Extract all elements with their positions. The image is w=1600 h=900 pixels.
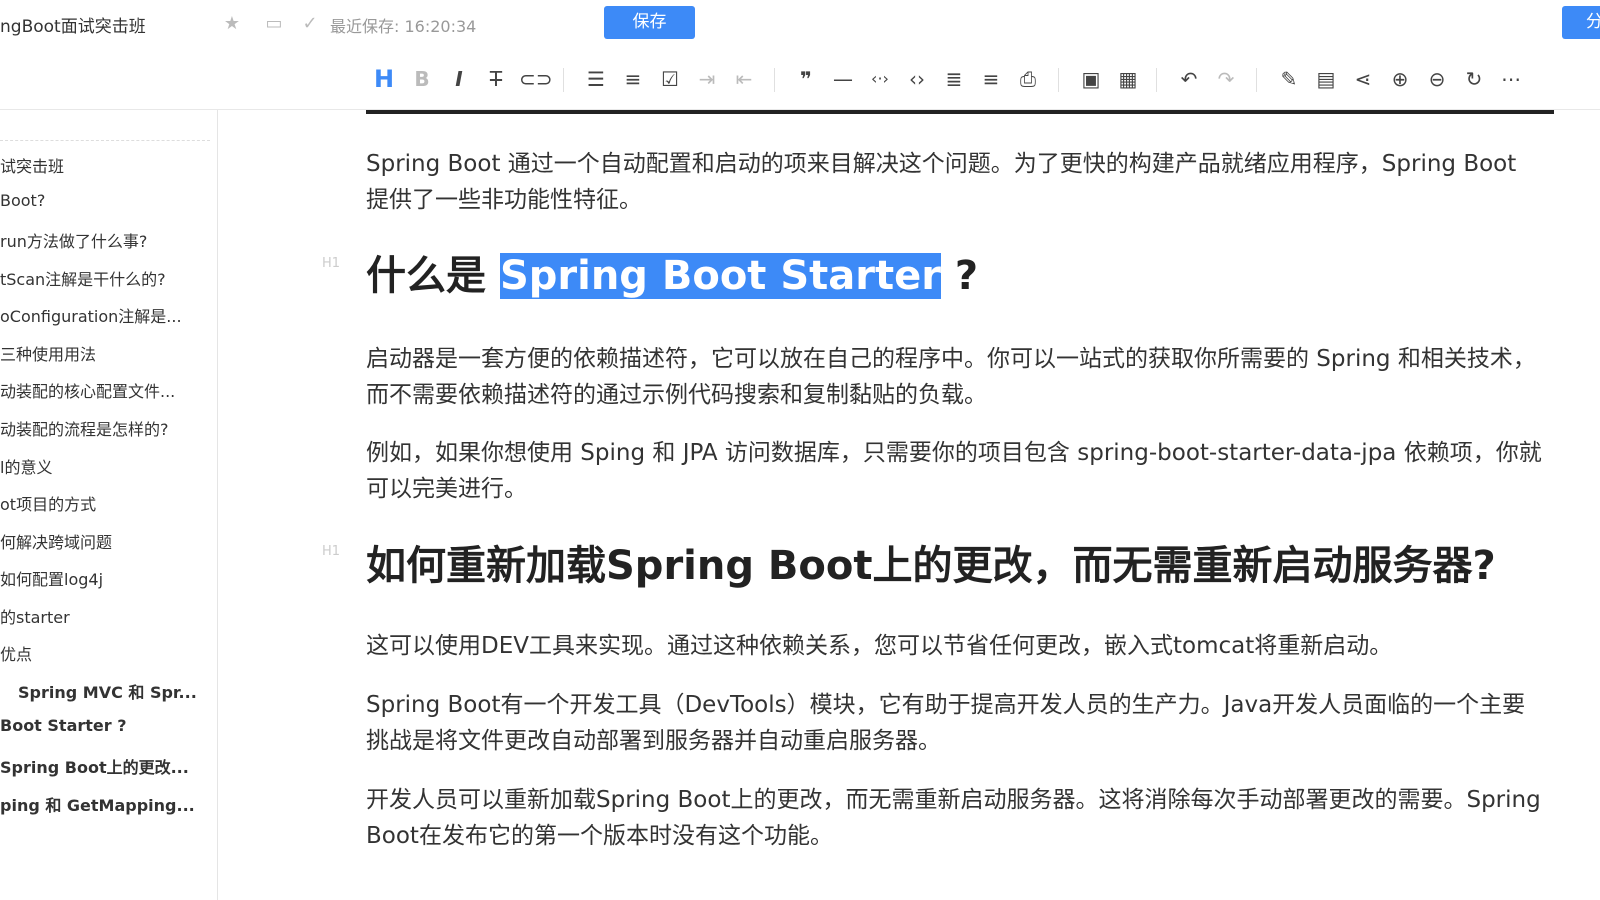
- image-icon[interactable]: ▣: [1077, 65, 1105, 93]
- print-icon[interactable]: ⎙: [1014, 65, 1042, 93]
- star-icon[interactable]: ★: [220, 12, 244, 36]
- paragraph[interactable]: 启动器是一套方便的依赖描述符，它可以放在自己的程序中。你可以一站式的获取你所需要…: [366, 341, 1546, 413]
- outline-item[interactable]: oConfiguration注解是...: [0, 303, 215, 327]
- outline-item[interactable]: 如何配置log4j: [0, 566, 215, 590]
- link-icon[interactable]: ⊂⊃: [519, 65, 553, 93]
- refresh-icon[interactable]: ↻: [1460, 65, 1488, 93]
- share-button[interactable]: 分: [1562, 6, 1600, 39]
- check-circle-icon: ✓: [302, 13, 318, 34]
- table-icon[interactable]: ▦: [1114, 65, 1142, 93]
- outline-item[interactable]: 优点: [0, 641, 215, 665]
- outline-item[interactable]: Spring MVC 和 Spr...: [18, 679, 217, 703]
- preview-icon[interactable]: ▤: [1312, 65, 1340, 93]
- outline-item[interactable]: tScan注解是干什么的?: [0, 266, 215, 290]
- quote-icon[interactable]: ❞: [792, 65, 820, 93]
- outline-item[interactable]: ping 和 GetMapping...: [0, 792, 215, 816]
- heading-text: ?: [940, 253, 979, 299]
- heading-spring-boot-starter[interactable]: 什么是 Spring Boot Starter ?: [366, 248, 978, 304]
- ordered-list-icon[interactable]: ≡: [619, 65, 647, 93]
- paragraph[interactable]: 例如，如果你想使用 Sping 和 JPA 访问数据库，只需要你的项目包含 sp…: [366, 435, 1546, 507]
- horizontal-rule: [366, 110, 1554, 114]
- zoom-in-icon[interactable]: ⊕: [1386, 65, 1414, 93]
- strikethrough-icon[interactable]: T: [482, 65, 510, 93]
- outline-item[interactable]: 动装配的核心配置文件...: [0, 378, 215, 402]
- mindmap-icon[interactable]: ⋖: [1349, 65, 1377, 93]
- outline-item[interactable]: Boot Starter ?: [0, 716, 215, 735]
- redo-icon[interactable]: ↷: [1212, 65, 1240, 93]
- table-of-contents-icon[interactable]: ≣: [940, 65, 968, 93]
- more-icon[interactable]: ⋯: [1497, 65, 1525, 93]
- outline-item[interactable]: 试突击班: [0, 153, 215, 177]
- paragraph[interactable]: 这可以使用DEV工具来实现。通过这种依赖关系，您可以节省任何更改，嵌入式tomc…: [366, 628, 1546, 664]
- save-button[interactable]: 保存: [604, 6, 695, 39]
- outdent-icon[interactable]: ⇤: [730, 65, 758, 93]
- heading-level-label: H1: [322, 256, 341, 271]
- edit-icon[interactable]: ✎: [1275, 65, 1303, 93]
- outline-item[interactable]: 何解决跨域问题: [0, 529, 215, 553]
- save-status: 最近保存: 16:20:34: [330, 17, 477, 36]
- sidebar-divider: [0, 140, 210, 141]
- outline-item[interactable]: run方法做了什么事?: [0, 228, 215, 252]
- bullet-list-icon[interactable]: ☰: [582, 65, 610, 93]
- outline-item[interactable]: 的starter: [0, 604, 215, 628]
- heading-reload-changes[interactable]: 如何重新加载Spring Boot上的更改，而无需重新启动服务器?: [366, 538, 1496, 594]
- selected-text: Spring Boot Starter: [499, 253, 941, 299]
- checkbox-list-icon[interactable]: ☑: [656, 65, 684, 93]
- outline-sidebar: 试突击班 Boot? run方法做了什么事? tScan注解是干什么的? oCo…: [0, 110, 218, 900]
- move-folder-icon[interactable]: ▭: [262, 12, 286, 36]
- document-title[interactable]: ngBoot面试突击班: [0, 12, 146, 37]
- heading-text: 什么是: [366, 253, 500, 299]
- paragraph[interactable]: Spring Boot 通过一个自动配置和启动的项来目解决这个问题。为了更快的构…: [366, 146, 1546, 218]
- inline-code-icon[interactable]: ‹·›: [866, 65, 894, 93]
- heading-icon[interactable]: H: [370, 65, 398, 93]
- bold-icon[interactable]: B: [408, 65, 436, 93]
- heading-level-label: H1: [322, 544, 341, 559]
- editor-content[interactable]: Spring Boot 通过一个自动配置和启动的项来目解决这个问题。为了更快的构…: [218, 110, 1600, 900]
- editor-toolbar: H B I T ⊂⊃ ☰ ≡ ☑ ⇥ ⇤ ❞ — ‹·› ‹› ≣ ≡ ⎙ ▣ …: [0, 48, 1600, 110]
- outline-item[interactable]: Boot?: [0, 191, 215, 210]
- outline-item[interactable]: 动装配的流程是怎样的?: [0, 416, 215, 440]
- horizontal-rule-icon[interactable]: —: [829, 65, 857, 93]
- outline-item[interactable]: ot项目的方式: [0, 491, 215, 515]
- code-block-icon[interactable]: ‹›: [903, 65, 931, 93]
- paragraph[interactable]: 开发人员可以重新加载Spring Boot上的更改，而无需重新启动服务器。这将消…: [366, 782, 1546, 854]
- indent-icon[interactable]: ⇥: [693, 65, 721, 93]
- paragraph[interactable]: Spring Boot有一个开发工具（DevTools）模块，它有助于提高开发人…: [366, 687, 1546, 759]
- top-bar: ngBoot面试突击班 ★ ▭ ✓ 最近保存: 16:20:34 保存 分: [0, 0, 1600, 48]
- zoom-out-icon[interactable]: ⊖: [1423, 65, 1451, 93]
- align-icon[interactable]: ≡: [977, 65, 1005, 93]
- italic-icon[interactable]: I: [445, 65, 473, 93]
- outline-item[interactable]: l的意义: [0, 454, 215, 478]
- undo-icon[interactable]: ↶: [1175, 65, 1203, 93]
- outline-item[interactable]: Spring Boot上的更改...: [0, 754, 215, 778]
- outline-item[interactable]: 三种使用用法: [0, 341, 215, 365]
